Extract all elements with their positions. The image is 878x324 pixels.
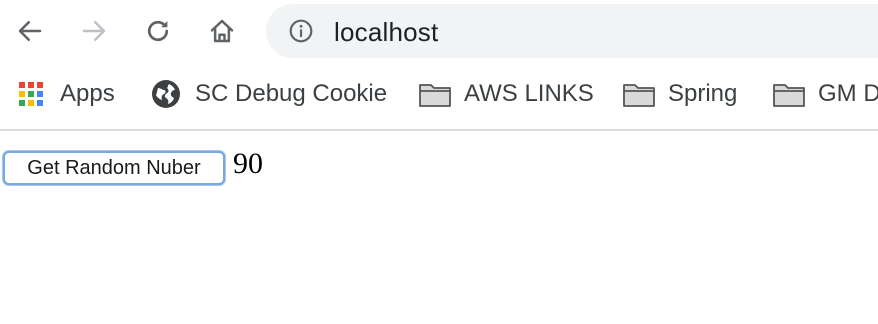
bookmark-label: Spring [668,80,738,107]
back-arrow-icon [18,21,42,41]
folder-icon [772,77,806,111]
folder-icon [622,77,656,111]
reload-icon [147,20,169,42]
address-bar-url: localhost [334,17,439,47]
bookmark-apps[interactable]: Apps [14,77,115,111]
folder-icon [418,77,452,111]
random-number-value: 90 [233,147,263,180]
bookmarks-bar: Apps SC Debug Cookie AWS LINKS Spring GM… [0,62,878,128]
home-icon [210,19,234,43]
bookmark-label: SC Debug Cookie [195,80,388,107]
globe-icon [149,77,183,111]
forward-button[interactable] [76,13,112,49]
info-icon [289,19,313,43]
bookmark-sc-debug-cookie[interactable]: SC Debug Cookie [149,77,387,111]
page-content: Get Random Nuber 90 [0,131,878,324]
bookmark-label: Apps [60,80,115,107]
browser-chrome: localhost Apps SC Debug Cookie AWS LINKS… [0,0,878,131]
browser-toolbar: localhost [0,0,878,62]
bookmark-aws-links[interactable]: AWS LINKS [418,77,594,111]
forward-arrow-icon [82,21,106,41]
bookmark-label: AWS LINKS [464,80,594,107]
bookmark-spring[interactable]: Spring [622,77,737,111]
apps-grid-icon [14,77,48,111]
get-random-number-button[interactable]: Get Random Nuber [3,151,225,185]
bookmark-gm-d[interactable]: GM D [772,77,878,111]
back-button[interactable] [12,13,48,49]
address-bar[interactable]: localhost [266,4,878,58]
reload-button[interactable] [140,13,176,49]
home-button[interactable] [204,13,240,49]
bookmark-label: GM D [818,80,878,107]
